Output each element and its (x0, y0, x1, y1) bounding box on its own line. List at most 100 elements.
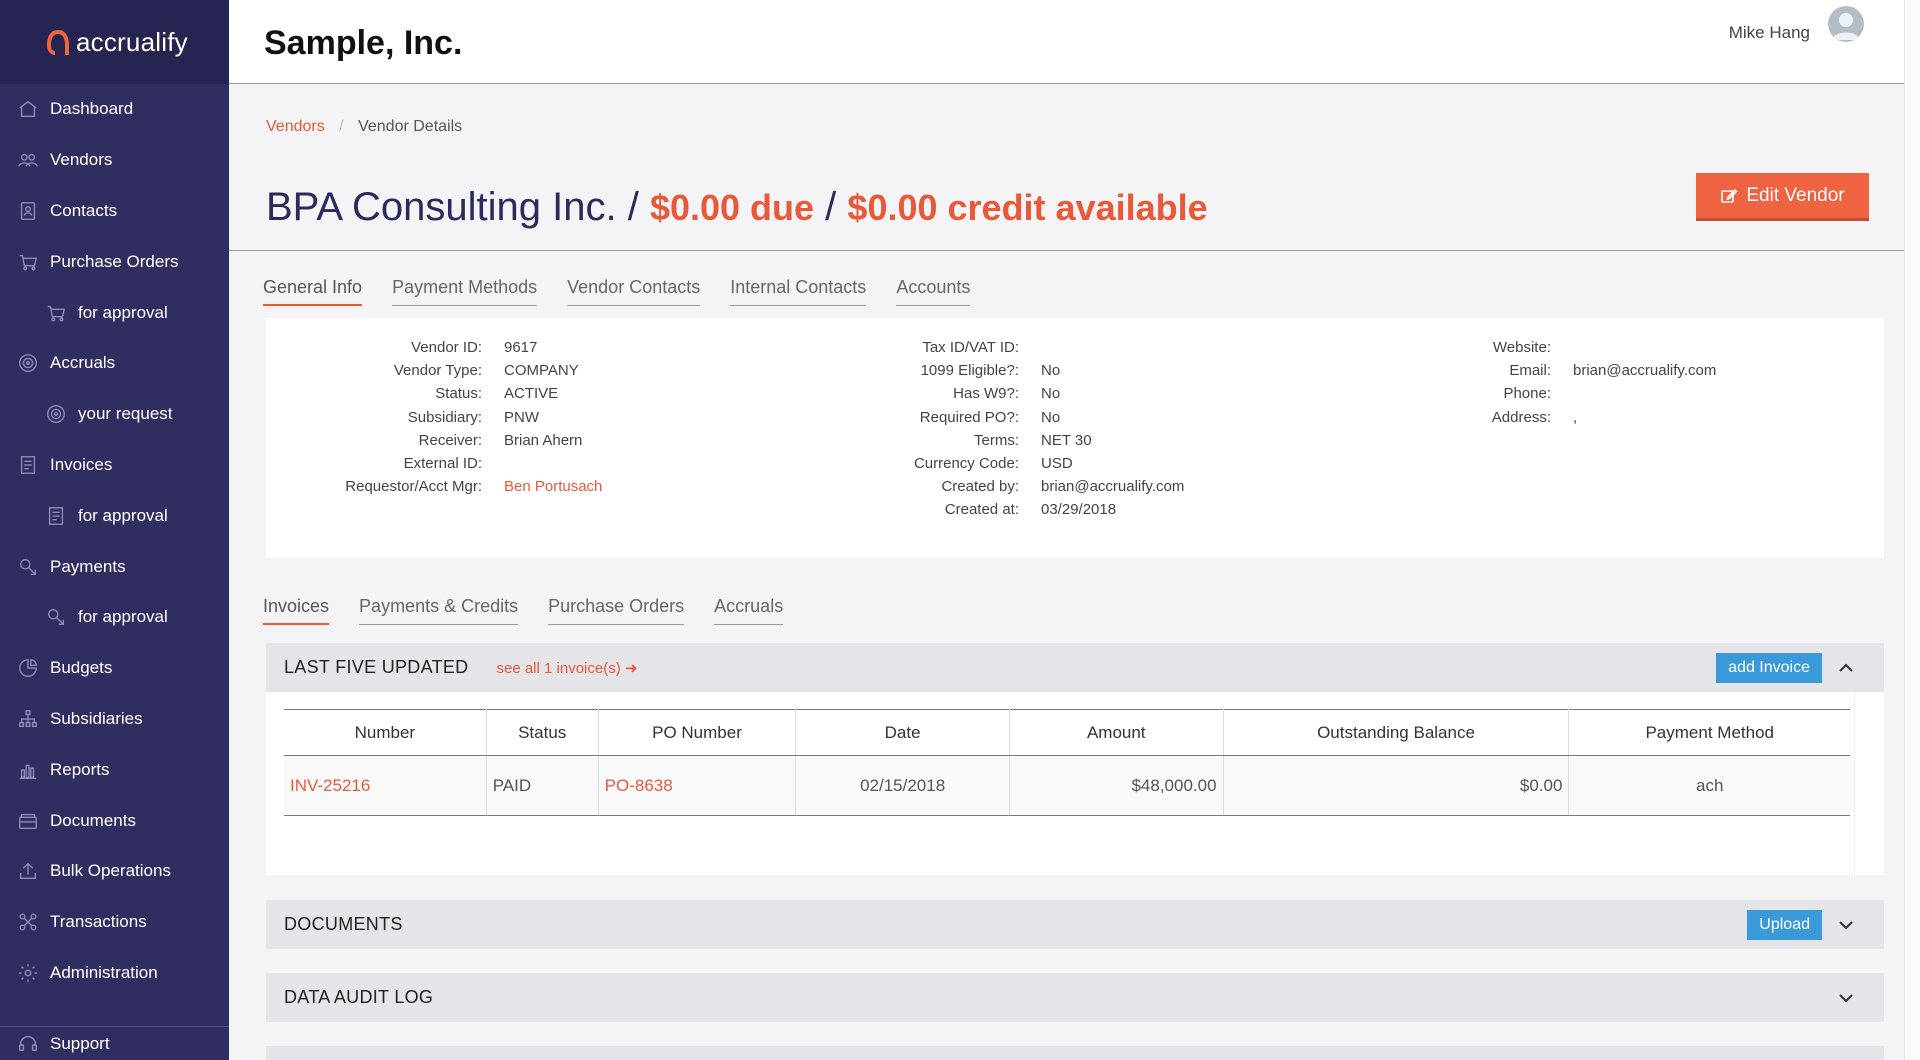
info-label: Phone: (1503, 385, 1551, 403)
table-row[interactable]: INV-25216 PAID PO-8638 02/15/2018 $48,000.00… (284, 755, 1850, 816)
invoices-scrollbar[interactable] (1854, 692, 1868, 875)
info-value: 03/29/2018 (1041, 501, 1117, 519)
column-header[interactable]: Date (795, 709, 1010, 756)
info-label: Required PO?: (919, 408, 1019, 426)
table-cell: $48,000.00 (1009, 755, 1224, 816)
edit-vendor-label: Edit Vendor (1746, 184, 1845, 206)
info-value: , (1573, 408, 1578, 426)
info-value: No (1041, 408, 1061, 426)
next-panel-header[interactable] (266, 1046, 1884, 1060)
info-label: Vendor Type: (393, 362, 482, 380)
see-all-invoices-link[interactable]: see all 1 invoice(s) ➜ (496, 659, 637, 677)
sidebar-item-for-approval-10[interactable]: for approval (0, 592, 229, 643)
info-label: Status: (435, 385, 482, 403)
column-header[interactable]: Outstanding Balance (1223, 709, 1570, 756)
sidebar-item-bulk-operations[interactable]: Bulk Operations (0, 846, 229, 897)
tab-purchase-orders[interactable]: Purchase Orders (548, 596, 685, 625)
audit-log-panel-header[interactable]: DATA AUDIT LOG (266, 973, 1884, 1022)
user-name[interactable]: Mike Hang (1729, 23, 1810, 43)
sidebar-item-label: Budgets (50, 658, 113, 678)
tab-accounts[interactable]: Accounts (896, 277, 971, 306)
company-name: Sample, Inc. (264, 24, 463, 62)
sidebar-item-label: Reports (50, 759, 110, 779)
page-scrollbar[interactable] (1904, 0, 1920, 1060)
info-label: Terms: (974, 431, 1019, 449)
sidebar-item-for-approval-8[interactable]: for approval (0, 490, 229, 541)
sidebar-item-administration[interactable]: Administration (0, 948, 229, 999)
sidebar-item-reports[interactable]: Reports (0, 744, 229, 795)
chevron-down-icon[interactable] (1836, 915, 1856, 935)
info-value: Brian Ahern (504, 431, 583, 449)
upload-button[interactable]: Upload (1747, 910, 1822, 940)
info-label: Receiver: (418, 431, 482, 449)
chevron-down-icon[interactable] (1836, 988, 1856, 1008)
sidebar-item-purchase-orders[interactable]: Purchase Orders (0, 236, 229, 287)
invoices-table: Number Status PO Number Date Amount Outstandi… (284, 709, 1850, 816)
info-value: PNW (504, 408, 539, 426)
info-value: NET 30 (1041, 431, 1092, 449)
tab-payments-credits[interactable]: Payments & Credits (359, 596, 519, 625)
target-icon (44, 403, 68, 425)
tab-accruals[interactable]: Accruals (714, 596, 784, 625)
sidebar-item-vendors[interactable]: Vendors (0, 135, 229, 186)
vendor-tabs: General Info Payment Methods Vendor Contac… (263, 277, 971, 306)
sidebar-item-invoices[interactable]: Invoices (0, 440, 229, 491)
tab-invoices[interactable]: Invoices (263, 596, 330, 625)
info-value-link[interactable]: Ben Portusach (504, 478, 602, 495)
pie-icon (16, 657, 40, 679)
column-header[interactable]: Number (284, 709, 487, 756)
tab-internal-contacts[interactable]: Internal Contacts (730, 277, 867, 306)
column-header[interactable]: Payment Method (1568, 709, 1850, 756)
sidebar-item-for-approval-4[interactable]: for approval (0, 287, 229, 338)
breadcrumb-separator: / (339, 118, 344, 135)
avatar[interactable] (1828, 6, 1864, 42)
upload-icon (16, 860, 40, 882)
sidebar-item-budgets[interactable]: Budgets (0, 643, 229, 694)
info-row: Tax ID/VAT ID: (793, 336, 1184, 359)
sidebar-item-your-request-6[interactable]: your request (0, 389, 229, 440)
column-header[interactable]: Amount (1009, 709, 1224, 756)
info-label: Address: (1491, 408, 1551, 426)
info-label: 1099 Eligible?: (920, 362, 1019, 380)
vendor-credit: $0.00 credit available (847, 187, 1208, 228)
edit-vendor-button[interactable]: Edit Vendor (1696, 173, 1869, 221)
table-cell-link[interactable]: INV-25216 (284, 755, 487, 816)
cart-icon (16, 251, 40, 273)
info-label: Requestor/Acct Mgr: (345, 478, 482, 496)
add-invoice-button[interactable]: add Invoice (1716, 653, 1822, 683)
sidebar-item-documents[interactable]: Documents (0, 795, 229, 846)
info-value: USD (1041, 455, 1073, 473)
info-row: Receiver: Brian Ahern (266, 429, 602, 452)
vendor-name: BPA Consulting Inc. (266, 185, 617, 229)
sidebar-item-label: Payments (50, 556, 126, 576)
breadcrumb-vendors-link[interactable]: Vendors (266, 118, 325, 135)
documents-panel-header[interactable]: DOCUMENTS Upload (266, 900, 1884, 949)
invoices-table-header: Number Status PO Number Date Amount Outstandi… (284, 709, 1850, 756)
info-value: brian@accrualify.com (1573, 362, 1717, 380)
sidebar-item-accruals[interactable]: Accruals (0, 338, 229, 389)
sidebar-item-dashboard[interactable]: Dashboard (0, 84, 229, 135)
info-label: Created at: (944, 501, 1019, 519)
tab-vendor-contacts[interactable]: Vendor Contacts (567, 277, 701, 306)
chevron-up-icon[interactable] (1836, 658, 1856, 678)
info-row: Phone: (1326, 382, 1716, 405)
invoices-panel-header: LAST FIVE UPDATED see all 1 invoice(s) ➜… (266, 643, 1884, 692)
sidebar-item-subsidiaries[interactable]: Subsidiaries (0, 694, 229, 745)
column-header[interactable]: PO Number (598, 709, 797, 756)
info-row: Address:, (1326, 406, 1716, 429)
sidebar-item-label: Invoices (50, 454, 113, 474)
info-column-2: Tax ID/VAT ID: 1099 Eligible?: No Has W9?: N… (793, 336, 1184, 522)
sidebar-item-transactions[interactable]: Transactions (0, 897, 229, 948)
info-row: Created by: brian@accrualify.com (793, 475, 1184, 498)
sidebar-item-label: your request (78, 404, 173, 424)
sidebar-item-contacts[interactable]: Contacts (0, 186, 229, 237)
tab-payment-methods[interactable]: Payment Methods (392, 277, 538, 306)
logo[interactable]: accrualify (0, 0, 229, 84)
table-cell-link[interactable]: PO-8638 (598, 755, 797, 816)
tab-general-info[interactable]: General Info (263, 277, 363, 306)
sidebar-item-support[interactable]: Support (0, 1026, 229, 1060)
divider (229, 250, 1904, 251)
sidebar-item-payments[interactable]: Payments (0, 541, 229, 592)
general-info-panel: Vendor ID: 9617 Vendor Type: COMPANY Status:… (266, 318, 1884, 558)
column-header[interactable]: Status (486, 709, 599, 756)
